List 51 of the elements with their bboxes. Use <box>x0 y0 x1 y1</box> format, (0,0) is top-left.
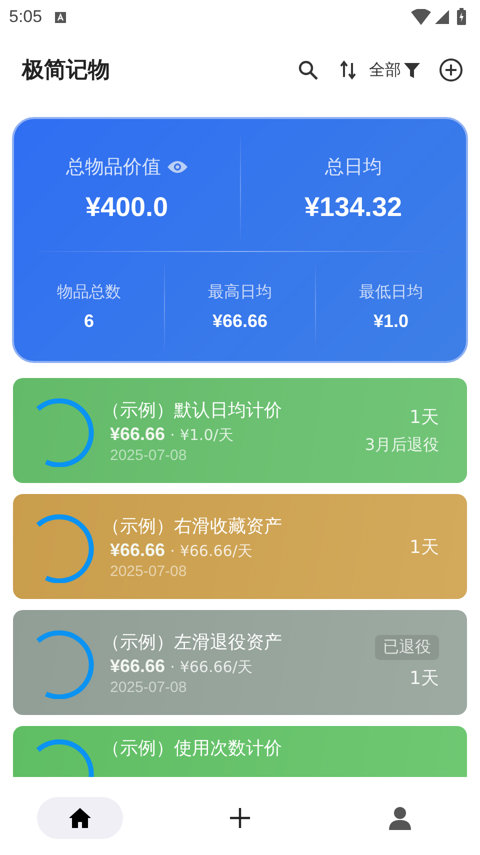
signal-icon <box>435 10 449 24</box>
battery-icon <box>457 8 466 25</box>
add-icon <box>230 808 250 828</box>
days-count: 1天 <box>410 406 439 429</box>
item-card[interactable]: （示例）右滑收藏资产 ¥66.66 · ¥66.66/天 2025-07-08 1天 <box>13 494 467 599</box>
separator-dot: · <box>170 426 175 444</box>
filter-icon <box>403 61 421 79</box>
home-icon <box>68 806 92 828</box>
item-price: ¥66.66 <box>110 424 166 444</box>
home-tab[interactable] <box>37 796 123 838</box>
item-date: 2025-07-08 <box>110 678 188 696</box>
filter-button[interactable]: 全部 <box>369 60 421 80</box>
stat-value: ¥134.32 <box>304 192 402 222</box>
retired-tag: 已退役 <box>375 635 439 660</box>
stat-label: 总物品价值 <box>66 154 161 180</box>
daily-cost: ¥66.66/天 <box>180 658 252 676</box>
retire-note: 3月后退役 <box>364 435 439 456</box>
item-card[interactable]: （示例）默认日均计价 ¥66.66 · ¥1.0/天 2025-07-08 1天 3月后退役 <box>13 378 467 483</box>
item-price: ¥66.66 <box>110 540 166 560</box>
wifi-icon <box>411 8 431 24</box>
daily-cost: ¥1.0/天 <box>180 426 234 444</box>
separator-dot: · <box>170 658 175 676</box>
item-card[interactable]: （示例）左滑退役资产 ¥66.66 · ¥66.66/天 2025-07-08 已退役 1天 <box>13 610 467 715</box>
item-title: （示例）右滑收藏资产 <box>102 514 283 538</box>
item-title: （示例）使用次数计价 <box>102 737 283 760</box>
sort-icon[interactable] <box>339 59 357 81</box>
item-title: （示例）默认日均计价 <box>102 398 283 422</box>
app-title: 极简记物 <box>22 57 110 85</box>
stat-value: ¥400.0 <box>85 192 168 222</box>
stat-value: ¥66.66 <box>212 310 268 332</box>
stat-label: 最高日均 <box>208 282 272 302</box>
stat-label: 物品总数 <box>57 282 121 302</box>
search-icon[interactable] <box>297 59 319 81</box>
daily-cost: ¥66.66/天 <box>180 542 252 560</box>
separator-dot: · <box>170 542 175 560</box>
status-time: 5:05 <box>9 6 42 26</box>
stat-value: 6 <box>84 310 94 332</box>
stat-label: 最低日均 <box>359 282 423 302</box>
days-count: 1天 <box>410 536 439 558</box>
item-date: 2025-07-08 <box>110 446 188 464</box>
item-date: 2025-07-08 <box>110 562 188 580</box>
add-circle-icon[interactable] <box>439 58 463 82</box>
notification-icon <box>55 12 66 23</box>
eye-icon[interactable] <box>166 160 188 174</box>
item-title: （示例）左滑退役资产 <box>102 630 283 654</box>
days-count: 1天 <box>410 667 439 690</box>
item-price: ¥66.66 <box>110 656 166 676</box>
item-card[interactable]: （示例）使用次数计价 <box>13 726 467 777</box>
profile-icon <box>388 806 412 830</box>
stat-value: ¥1.0 <box>373 310 409 332</box>
stat-label: 总日均 <box>324 154 382 180</box>
